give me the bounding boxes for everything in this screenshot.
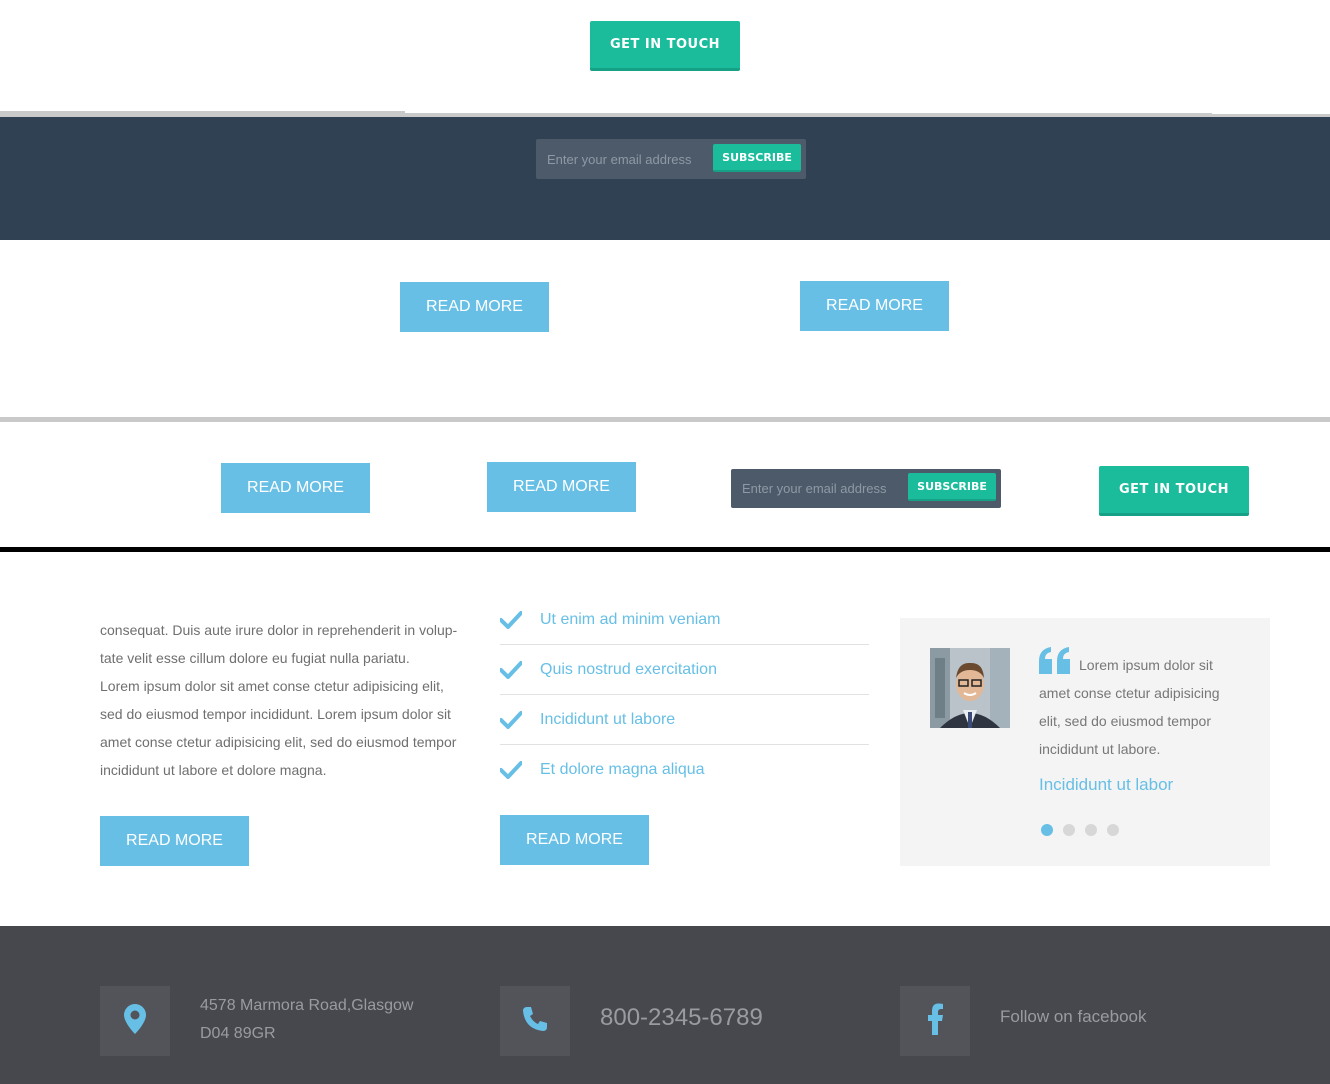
read-more-button[interactable]: READ MORE (500, 815, 649, 865)
divider (0, 547, 1330, 552)
read-more-button[interactable]: READ MORE (487, 462, 636, 512)
text-line: Lorem ipsum dolor sit amet conse ctetur … (100, 678, 444, 694)
read-more-button[interactable]: READ MORE (800, 281, 949, 331)
address-line: 4578 Marmora Road,Glasgow (200, 997, 414, 1014)
subscribe-button[interactable]: SUBSCRIBE (713, 144, 801, 172)
footer-facebook-link[interactable]: Follow on facebook (1000, 1003, 1146, 1031)
text-line: sed do eiusmod tempor incididunt. Lorem … (100, 706, 451, 722)
facebook-icon (926, 1003, 944, 1040)
slider-dot[interactable] (1063, 824, 1075, 836)
get-in-touch-button[interactable]: GET IN TOUCH (1099, 466, 1249, 516)
location-icon-box (100, 986, 170, 1056)
avatar (930, 648, 1010, 728)
list-item: Quis nostrud exercitation (500, 645, 869, 695)
text-line: amet conse ctetur adipisicing elit, sed … (100, 734, 457, 750)
body-text: consequat. Duis aute irure dolor in repr… (100, 616, 470, 784)
list-item-label: Et dolore magna aliqua (540, 761, 705, 778)
check-icon (500, 610, 540, 629)
subscribe-button[interactable]: SUBSCRIBE (908, 473, 996, 501)
location-pin-icon (124, 1003, 146, 1039)
list-item: Ut enim ad minim veniam (500, 595, 869, 645)
slider-dot[interactable] (1041, 824, 1053, 836)
email-input[interactable]: Enter your email address (547, 139, 712, 179)
text-line: consequat. Duis aute irure dolor in repr… (100, 622, 458, 638)
footer-phone[interactable]: 800-2345-6789 (600, 1004, 763, 1032)
list-item-label: Incididunt ut labore (540, 710, 676, 728)
read-more-button[interactable]: READ MORE (221, 463, 370, 513)
address-line: D04 89GR (200, 1025, 276, 1042)
read-more-button[interactable]: READ MORE (400, 282, 549, 332)
divider (0, 417, 1330, 422)
list-item-label: Quis nostrud exercitation (540, 660, 717, 678)
list-item-label: Ut enim ad minim veniam (540, 610, 721, 628)
list-item: Et dolore magna aliqua (500, 745, 869, 795)
subscribe-form: Enter your email address SUBSCRIBE (731, 469, 1001, 508)
testimonial-card: Lorem ipsum dolor sit amet conse ctetur … (900, 618, 1270, 866)
check-icon (500, 761, 540, 779)
subscribe-form: Enter your email address SUBSCRIBE (536, 139, 806, 179)
phone-icon (521, 1005, 549, 1038)
phone-icon-box (500, 986, 570, 1056)
slider-dots (1041, 824, 1119, 836)
email-input[interactable]: Enter your email address (742, 469, 907, 508)
checklist: Ut enim ad minim veniam Quis nostrud exe… (500, 595, 869, 795)
check-icon (500, 710, 540, 729)
text-line: tate velit esse cillum dolore eu fugiat … (100, 650, 410, 666)
testimonial-quote: Lorem ipsum dolor sit amet conse ctetur … (1039, 657, 1220, 757)
testimonial-author[interactable]: Incididunt ut labor (1039, 775, 1173, 795)
get-in-touch-button[interactable]: GET IN TOUCH (590, 21, 740, 71)
facebook-icon-box[interactable] (900, 986, 970, 1056)
check-icon (500, 660, 540, 679)
slider-dot[interactable] (1107, 824, 1119, 836)
footer: 4578 Marmora Road,Glasgow D04 89GR 800-2… (0, 926, 1330, 1084)
read-more-button[interactable]: READ MORE (100, 816, 249, 866)
footer-address: 4578 Marmora Road,Glasgow D04 89GR (200, 992, 413, 1048)
slider-dot[interactable] (1085, 824, 1097, 836)
text-line: incididunt ut labore et dolore magna. (100, 762, 327, 778)
list-item: Incididunt ut labore (500, 695, 869, 745)
